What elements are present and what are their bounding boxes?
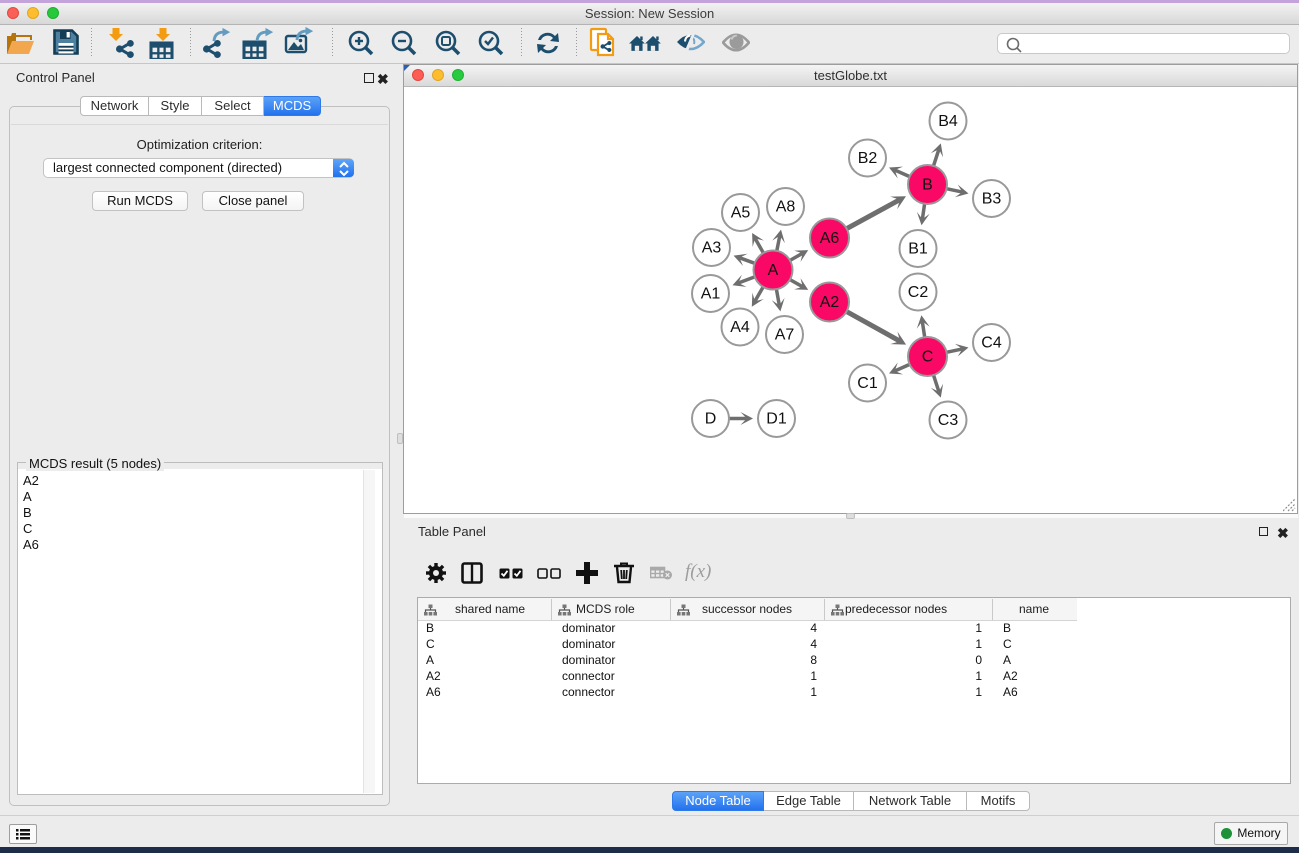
svg-text:B2: B2 — [858, 150, 878, 167]
svg-text:B: B — [922, 177, 933, 194]
svg-text:A3: A3 — [702, 240, 722, 257]
svg-text:A2: A2 — [820, 294, 840, 311]
svg-text:C4: C4 — [981, 335, 1002, 352]
svg-text:A7: A7 — [775, 327, 795, 344]
svg-text:B3: B3 — [982, 191, 1002, 208]
svg-text:A5: A5 — [731, 205, 751, 222]
svg-text:C3: C3 — [938, 412, 959, 429]
svg-text:C1: C1 — [857, 375, 878, 392]
svg-text:D1: D1 — [766, 411, 787, 428]
svg-text:A4: A4 — [730, 319, 750, 336]
svg-text:A6: A6 — [820, 230, 840, 247]
svg-text:A: A — [768, 262, 779, 279]
svg-text:B4: B4 — [938, 113, 958, 130]
svg-text:D: D — [705, 411, 717, 428]
svg-text:A8: A8 — [776, 199, 796, 216]
svg-text:C2: C2 — [908, 284, 929, 301]
svg-text:A1: A1 — [701, 286, 721, 303]
svg-text:C: C — [922, 349, 934, 366]
svg-text:B1: B1 — [908, 241, 928, 258]
